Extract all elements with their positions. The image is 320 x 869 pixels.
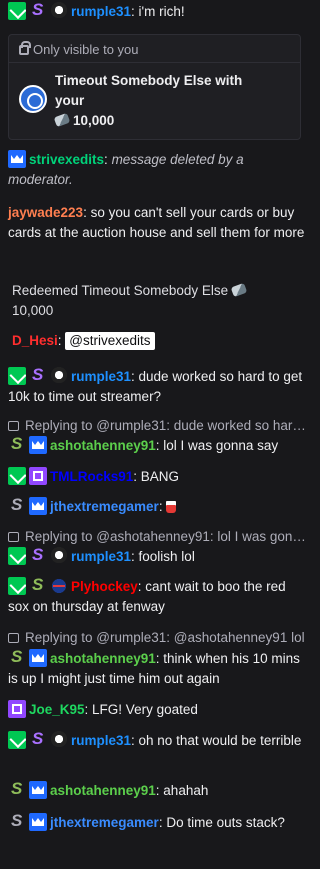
- reward-title: Timeout Somebody Else with your: [55, 73, 243, 108]
- glitch-badge-icon[interactable]: [50, 367, 68, 385]
- message-text: : Do time outs stack?: [158, 815, 285, 830]
- message-text: : ahahah: [155, 783, 209, 798]
- message-text: : oh no that would be terrible: [131, 733, 302, 748]
- reply-icon: [8, 633, 19, 643]
- chat-panel: rumple31: i'm rich! Only visible to you …: [0, 0, 317, 869]
- mention-chip[interactable]: @strivexedits: [65, 332, 155, 350]
- subscriber-badge-icon[interactable]: [8, 813, 26, 831]
- username[interactable]: jaywade223: [8, 205, 83, 220]
- chat-message: ashotahenney91: lol I was gonna say: [8, 436, 308, 456]
- reply-context[interactable]: Replying to @ashotahenney91: lol I was g…: [8, 527, 306, 547]
- reward-cost: 10,000: [53, 111, 115, 131]
- username[interactable]: rumple31: [71, 733, 131, 748]
- chat-message: strivexedits: message deleted by a moder…: [8, 150, 308, 190]
- chat-message: jthextremegamer:: [8, 497, 308, 517]
- chat-message: ashotahenney91: ahahah: [8, 781, 308, 801]
- username[interactable]: Joe_K95: [29, 702, 85, 717]
- subscriber-badge-icon[interactable]: [8, 497, 26, 515]
- chat-message: rumple31: i'm rich!: [8, 2, 308, 22]
- reply-context[interactable]: Replying to @rumple31: dude worked so ha…: [8, 416, 306, 436]
- chat-message: rumple31: oh no that would be terrible: [8, 731, 308, 751]
- chat-message: rumple31: foolish lol: [8, 547, 308, 567]
- redemption-text: Redeemed Timeout Somebody Else: [12, 283, 229, 298]
- message-text: : lol I was gonna say: [155, 438, 279, 453]
- redemption-cost: 10,000: [12, 303, 54, 318]
- message-text: : foolish lol: [131, 549, 195, 564]
- vip-crown-badge-icon[interactable]: [29, 781, 47, 799]
- chat-message: D_Hesi: @strivexedits: [12, 331, 312, 351]
- username[interactable]: ashotahenney91: [50, 438, 156, 453]
- subscriber-badge-icon[interactable]: [29, 577, 47, 595]
- chat-message: TMLRocks91: BANG: [8, 467, 308, 487]
- glitch-badge-icon[interactable]: [50, 731, 68, 749]
- reply-icon: [8, 532, 19, 542]
- chat-message: Joe_K95: LFG! Very goated: [8, 700, 308, 720]
- username[interactable]: jthextremegamer: [50, 815, 159, 830]
- subscriber-badge-icon[interactable]: [8, 781, 26, 799]
- reply-text: Replying to @ashotahenney91: lol I was g…: [25, 529, 306, 544]
- username[interactable]: strivexedits: [29, 152, 104, 167]
- chat-message: rumple31: dude worked so hard to get 10k…: [8, 367, 308, 407]
- verified-badge-icon[interactable]: [8, 467, 26, 485]
- nasa-badge-icon[interactable]: [50, 577, 68, 595]
- message-text: : i'm rich!: [131, 4, 185, 19]
- verified-badge-icon[interactable]: [8, 547, 26, 565]
- glitch-badge-icon[interactable]: [50, 547, 68, 565]
- notice-header-text: Only visible to you: [33, 42, 139, 57]
- vip-crown-badge-icon[interactable]: [8, 150, 26, 168]
- reward-cost-value: 10,000: [73, 113, 115, 128]
- chat-message: ashotahenney91: think when his 10 mins i…: [8, 649, 308, 689]
- username[interactable]: ashotahenney91: [50, 651, 156, 666]
- username[interactable]: rumple31: [71, 4, 131, 19]
- reply-text: Replying to @rumple31: @ashotahenney91 l…: [25, 630, 305, 645]
- lock-icon: [19, 41, 31, 55]
- private-notice-card: Only visible to you Timeout Somebody Els…: [8, 34, 301, 140]
- reply-icon: [8, 421, 19, 431]
- vip-crown-badge-icon[interactable]: [29, 813, 47, 831]
- prime-badge-icon[interactable]: [8, 700, 26, 718]
- vip-crown-badge-icon[interactable]: [29, 497, 47, 515]
- verified-badge-icon[interactable]: [8, 577, 26, 595]
- username[interactable]: rumple31: [71, 369, 131, 384]
- reply-context[interactable]: Replying to @rumple31: @ashotahenney91 l…: [8, 628, 306, 648]
- subscriber-badge-icon[interactable]: [29, 731, 47, 749]
- subscriber-badge-icon[interactable]: [29, 2, 47, 20]
- separator: :: [57, 333, 66, 348]
- username[interactable]: TMLRocks91: [50, 469, 133, 484]
- notice-header: Only visible to you: [19, 40, 139, 60]
- verified-badge-icon[interactable]: [8, 2, 26, 20]
- subscriber-badge-icon[interactable]: [8, 436, 26, 454]
- subscriber-badge-icon[interactable]: [29, 367, 47, 385]
- username[interactable]: D_Hesi: [12, 333, 58, 348]
- separator: :: [158, 499, 167, 514]
- subscriber-badge-icon[interactable]: [29, 547, 47, 565]
- verified-badge-icon[interactable]: [8, 367, 26, 385]
- popcorn-emote-icon: [166, 501, 177, 513]
- channel-points-icon: [53, 112, 71, 128]
- chat-message: jthextremegamer: Do time outs stack?: [8, 813, 308, 833]
- username[interactable]: ashotahenney91: [50, 783, 156, 798]
- username[interactable]: jthextremegamer: [50, 499, 159, 514]
- divider: [9, 62, 300, 63]
- username[interactable]: Plyhockey: [71, 579, 138, 594]
- separator: :: [104, 152, 112, 167]
- glitch-badge-icon[interactable]: [50, 2, 68, 20]
- redemption-notice: Redeemed Timeout Somebody Else 10,000: [12, 281, 312, 321]
- clock-reward-icon: [19, 85, 47, 113]
- chat-message: Plyhockey: cant wait to boo the red sox …: [8, 577, 308, 617]
- verified-badge-icon[interactable]: [8, 731, 26, 749]
- channel-points-icon: [230, 282, 248, 298]
- username[interactable]: rumple31: [71, 549, 131, 564]
- vip-crown-badge-icon[interactable]: [29, 649, 47, 667]
- subscriber-badge-icon[interactable]: [8, 649, 26, 667]
- message-text: : BANG: [133, 469, 180, 484]
- message-text: : LFG! Very goated: [84, 702, 198, 717]
- prime-badge-icon[interactable]: [29, 467, 47, 485]
- chat-message: jaywade223: so you can't sell your cards…: [8, 203, 308, 243]
- vip-crown-badge-icon[interactable]: [29, 436, 47, 454]
- reply-text: Replying to @rumple31: dude worked so ha…: [25, 418, 306, 433]
